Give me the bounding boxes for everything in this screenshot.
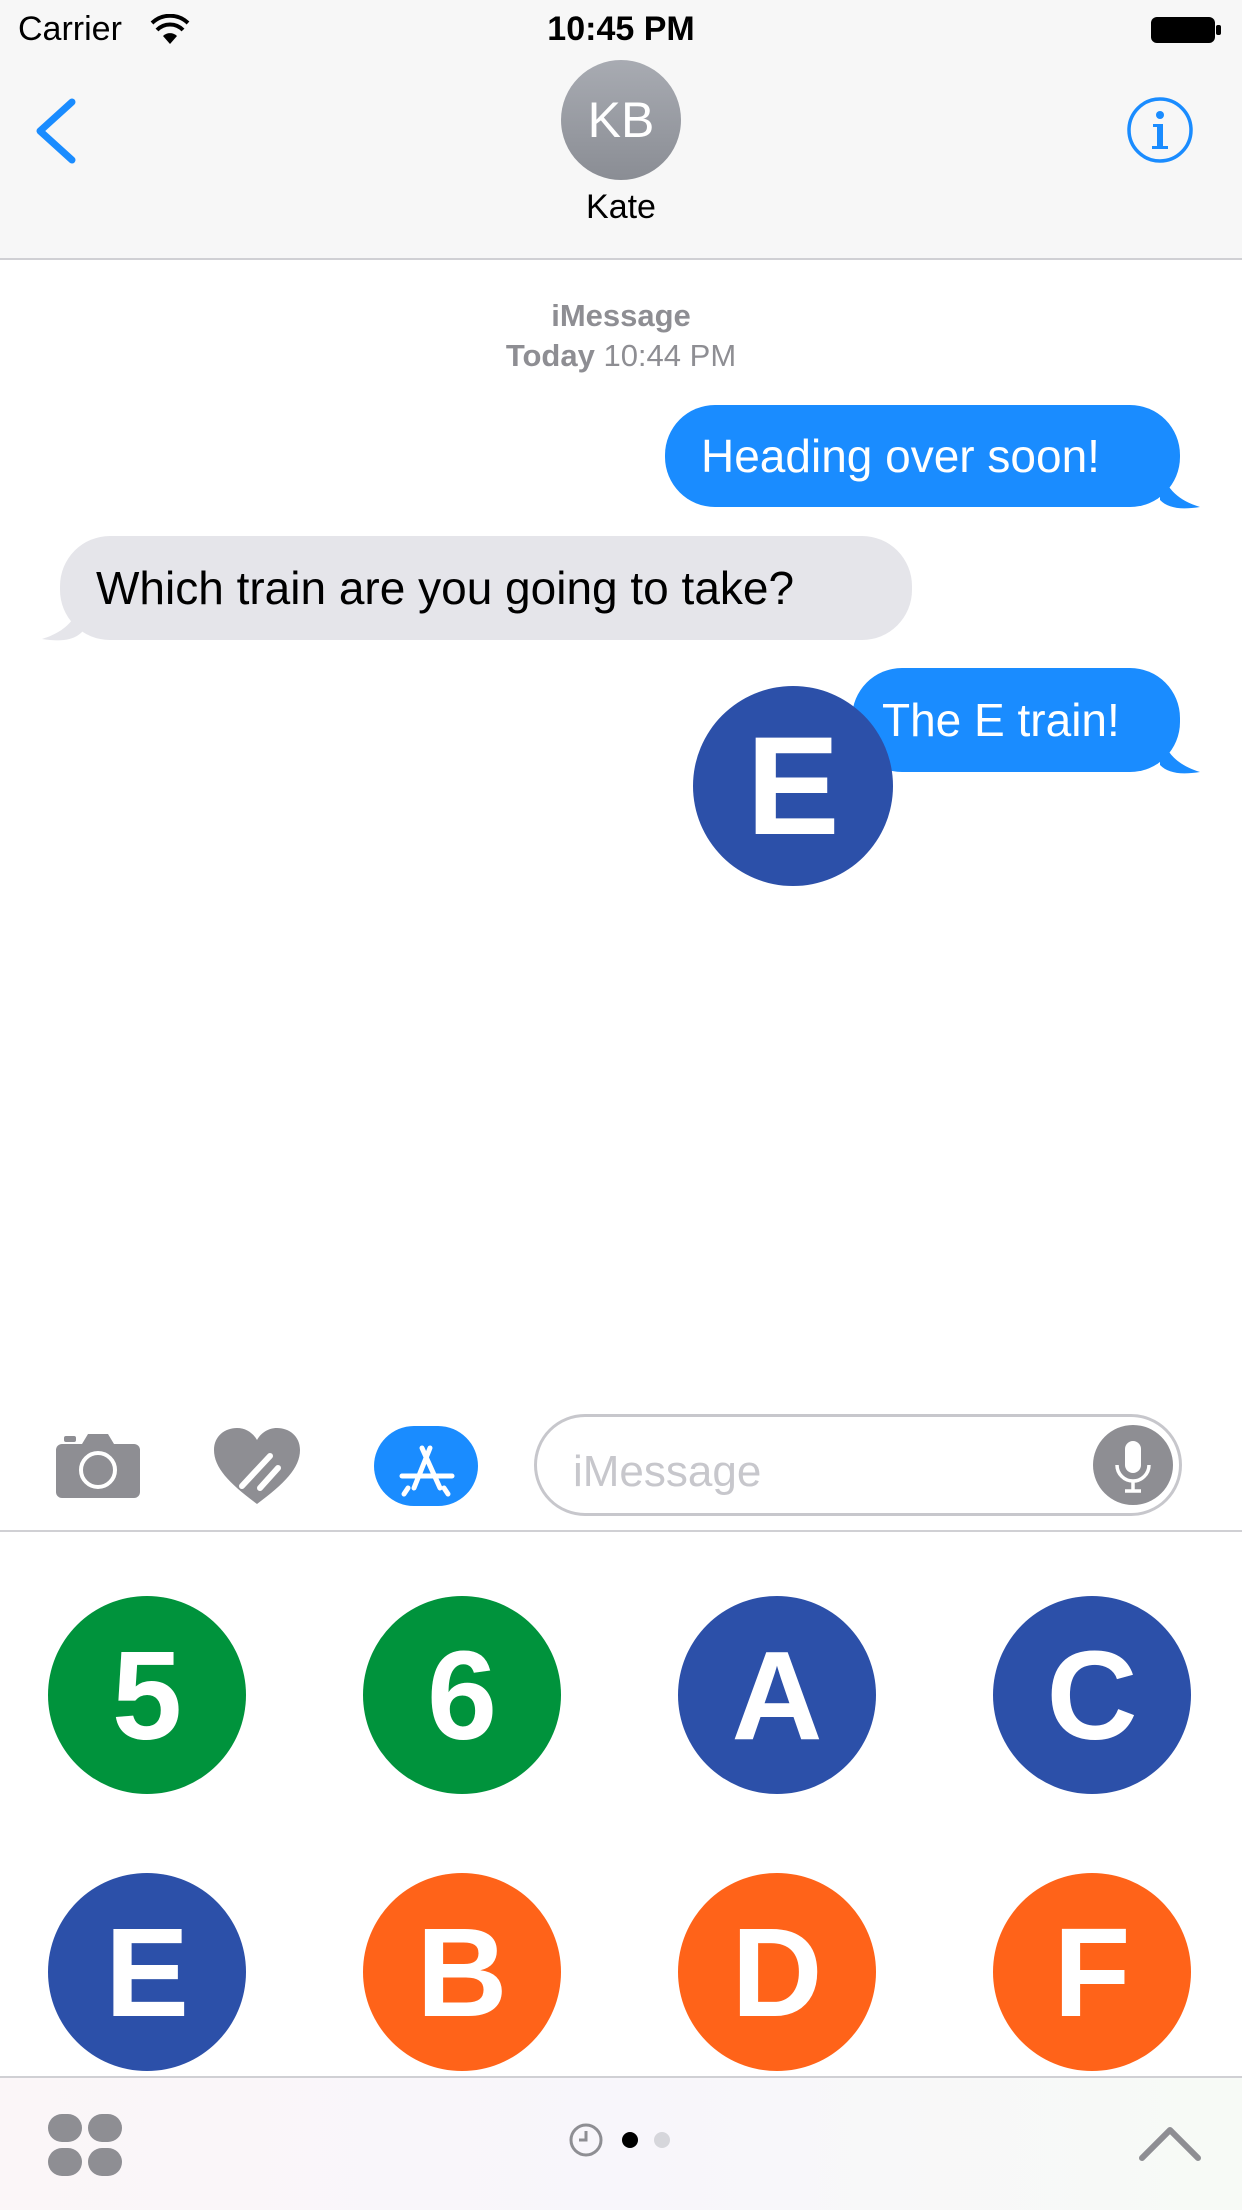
camera-icon xyxy=(56,1434,140,1498)
dictation-button[interactable] xyxy=(1093,1425,1173,1505)
recents-clock-icon xyxy=(569,2123,603,2157)
sticker-b-train[interactable]: B xyxy=(363,1873,561,2071)
bubble-tail xyxy=(1160,735,1200,774)
sticker-e-train[interactable]: E xyxy=(48,1873,246,2071)
clock: 10:45 PM xyxy=(547,10,695,48)
sticker-c-train[interactable]: C xyxy=(993,1596,1191,1794)
page-dot xyxy=(654,2132,670,2148)
app-drawer-button[interactable] xyxy=(48,2114,124,2178)
info-icon xyxy=(1127,97,1193,163)
timestamp-time: 10:44 PM xyxy=(603,338,737,373)
sticker-drawer: 5 6 A C E B D F xyxy=(0,1532,1242,2077)
info-button[interactable] xyxy=(1126,96,1194,164)
chevron-up-icon xyxy=(1139,2127,1201,2161)
page-dot-active xyxy=(622,2132,638,2148)
battery-icon xyxy=(1151,17,1221,43)
camera-button[interactable] xyxy=(54,1430,142,1500)
service-label: iMessage xyxy=(551,298,691,333)
sticker-6-train[interactable]: 6 xyxy=(363,1596,561,1794)
app-drawer-bar xyxy=(0,2076,1242,2210)
apps-grid-icon xyxy=(48,2114,122,2176)
outgoing-message-bubble[interactable]: The E train! xyxy=(852,668,1180,772)
sticker-a-train[interactable]: A xyxy=(678,1596,876,1794)
sticker-5-train[interactable]: 5 xyxy=(48,1596,246,1794)
message-timestamp: Today 10:44 PM xyxy=(0,338,1242,374)
incoming-message-bubble[interactable]: Which train are you going to take? xyxy=(60,536,912,640)
digital-touch-button[interactable] xyxy=(212,1426,302,1506)
message-input[interactable]: iMessage xyxy=(534,1414,1182,1516)
microphone-icon xyxy=(1115,1441,1151,1493)
message-input-placeholder: iMessage xyxy=(573,1447,762,1496)
app-store-icon xyxy=(399,1445,455,1497)
placed-sticker-e[interactable]: E xyxy=(693,686,893,886)
back-button[interactable] xyxy=(28,96,84,166)
bubble-tail xyxy=(42,602,82,641)
sticker-f-train[interactable]: F xyxy=(993,1873,1191,2071)
message-text: Which train are you going to take? xyxy=(96,562,795,614)
heart-icon xyxy=(214,1428,300,1504)
message-text: The E train! xyxy=(882,694,1120,746)
sticker-d-train[interactable]: D xyxy=(678,1873,876,2071)
contact-avatar[interactable]: KB xyxy=(561,60,681,180)
app-store-button[interactable] xyxy=(374,1426,478,1506)
message-text: Heading over soon! xyxy=(701,430,1100,482)
page-indicator[interactable] xyxy=(568,2122,678,2158)
chevron-left-icon xyxy=(36,98,76,164)
expand-drawer-button[interactable] xyxy=(1138,2122,1202,2162)
compose-bar: iMessage xyxy=(0,1400,1242,1532)
status-bar: Carrier 10:45 PM xyxy=(0,0,1242,60)
contact-name[interactable]: Kate xyxy=(0,188,1242,227)
outgoing-message-bubble[interactable]: Heading over soon! xyxy=(665,405,1180,507)
timestamp-day: Today xyxy=(505,338,595,373)
bubble-tail xyxy=(1160,470,1200,509)
